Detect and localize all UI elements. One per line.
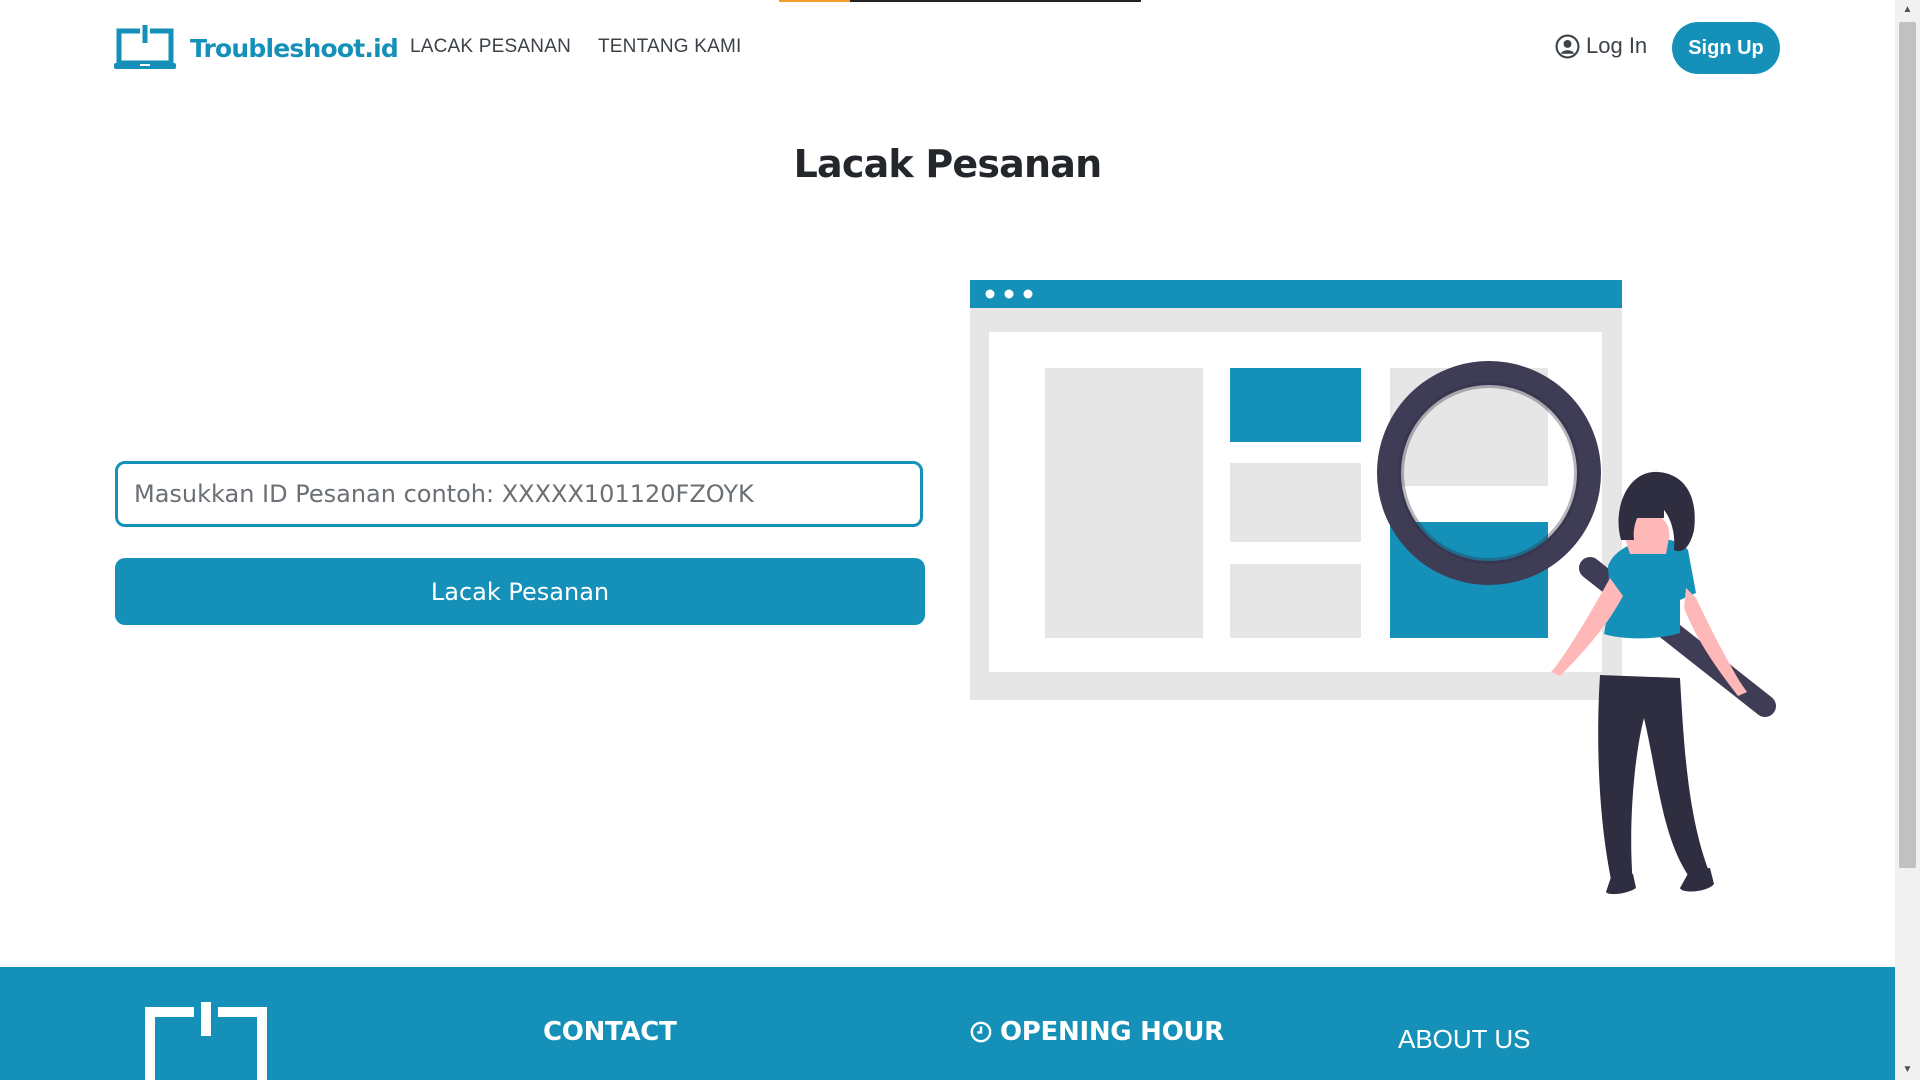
scroll-down-arrow-icon[interactable]: ▼ xyxy=(1895,1060,1920,1080)
login-link[interactable]: Log In xyxy=(1555,33,1647,59)
scroll-up-arrow-icon[interactable]: ▲ xyxy=(1895,0,1920,20)
page: Troubleshoot.id LACAK PESANAN TENTANG KA… xyxy=(0,0,1895,1080)
laptop-power-icon xyxy=(114,25,176,69)
login-label: Log In xyxy=(1586,33,1648,58)
footer-contact-heading: CONTACT xyxy=(543,1017,677,1047)
footer-logo-icon xyxy=(145,1002,267,1080)
scroll-thumb[interactable] xyxy=(1899,22,1916,868)
window-dot-icon xyxy=(1004,289,1014,299)
nav-lacak-pesanan[interactable]: LACAK PESANAN xyxy=(410,36,571,58)
content-block xyxy=(1045,368,1203,638)
vertical-scrollbar[interactable]: ▲ ▼ xyxy=(1895,0,1920,1080)
order-id-input[interactable] xyxy=(115,461,923,527)
footer-about-us-link[interactable]: ABOUT US xyxy=(1398,1024,1530,1055)
browser-title-bar xyxy=(970,280,1622,308)
woman-with-magnifying-glass-illustration xyxy=(970,280,1776,895)
footer-contact-label: CONTACT xyxy=(543,1017,677,1047)
brand-link[interactable]: Troubleshoot.id xyxy=(114,25,399,71)
nav-tentang-kami[interactable]: TENTANG KAMI xyxy=(598,36,742,58)
page-title: Lacak Pesanan xyxy=(793,142,1103,186)
window-dot-icon xyxy=(1023,289,1033,299)
brand-name: Troubleshoot.id xyxy=(190,33,399,63)
track-order-button[interactable]: Lacak Pesanan xyxy=(115,558,925,625)
content-block xyxy=(1230,368,1361,442)
footer-opening-label: OPENING HOUR xyxy=(1000,1017,1224,1047)
content-block xyxy=(1230,564,1361,638)
clock-icon xyxy=(970,1021,992,1043)
footer xyxy=(0,967,1895,1080)
signup-button[interactable]: Sign Up xyxy=(1672,22,1780,74)
content-block xyxy=(1230,463,1361,542)
navbar: Troubleshoot.id LACAK PESANAN TENTANG KA… xyxy=(0,0,1895,96)
window-dot-icon xyxy=(985,289,995,299)
user-circle-icon xyxy=(1555,34,1580,58)
footer-opening-heading: OPENING HOUR xyxy=(970,1017,1224,1047)
